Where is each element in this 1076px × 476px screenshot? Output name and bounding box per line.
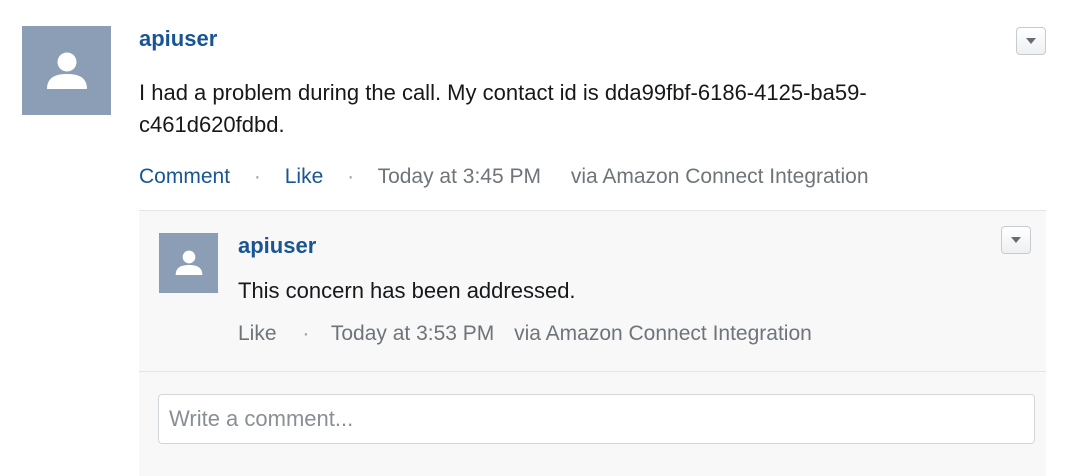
post-actions: Comment · Like · Today at 3:45 PM via Am… (139, 165, 869, 189)
comment-source: via Amazon Connect Integration (514, 322, 812, 345)
comment-body: This concern has been addressed. (238, 278, 576, 303)
comment-like-link[interactable]: Like (238, 322, 277, 345)
comments-section: apiuser This concern has been addressed.… (139, 210, 1046, 476)
caret-down-icon (1011, 237, 1021, 243)
post-avatar[interactable] (22, 26, 111, 115)
comment-timestamp[interactable]: Today at 3:53 PM (331, 322, 494, 345)
separator-dot: · (347, 165, 355, 188)
post-author-name[interactable]: apiuser (139, 26, 217, 52)
separator-dot: · (253, 165, 261, 188)
caret-down-icon (1026, 38, 1036, 44)
comment-input[interactable] (158, 394, 1035, 444)
comment-menu-button[interactable] (1001, 226, 1031, 254)
user-silhouette-icon (175, 250, 202, 275)
post-body: I had a problem during the call. My cont… (139, 80, 867, 137)
comment-author-name[interactable]: apiuser (238, 233, 316, 259)
comment-link[interactable]: Comment (139, 165, 230, 188)
post-timestamp[interactable]: Today at 3:45 PM (378, 165, 541, 188)
divider (139, 371, 1046, 372)
comment-avatar[interactable] (159, 233, 218, 293)
like-link[interactable]: Like (285, 165, 324, 188)
post-menu-button[interactable] (1016, 27, 1046, 55)
comment-actions: Like · Today at 3:53 PM via Amazon Conne… (238, 322, 812, 346)
post-source: via Amazon Connect Integration (570, 165, 869, 188)
separator-dot: · (302, 322, 310, 345)
user-silhouette-icon (46, 52, 87, 89)
